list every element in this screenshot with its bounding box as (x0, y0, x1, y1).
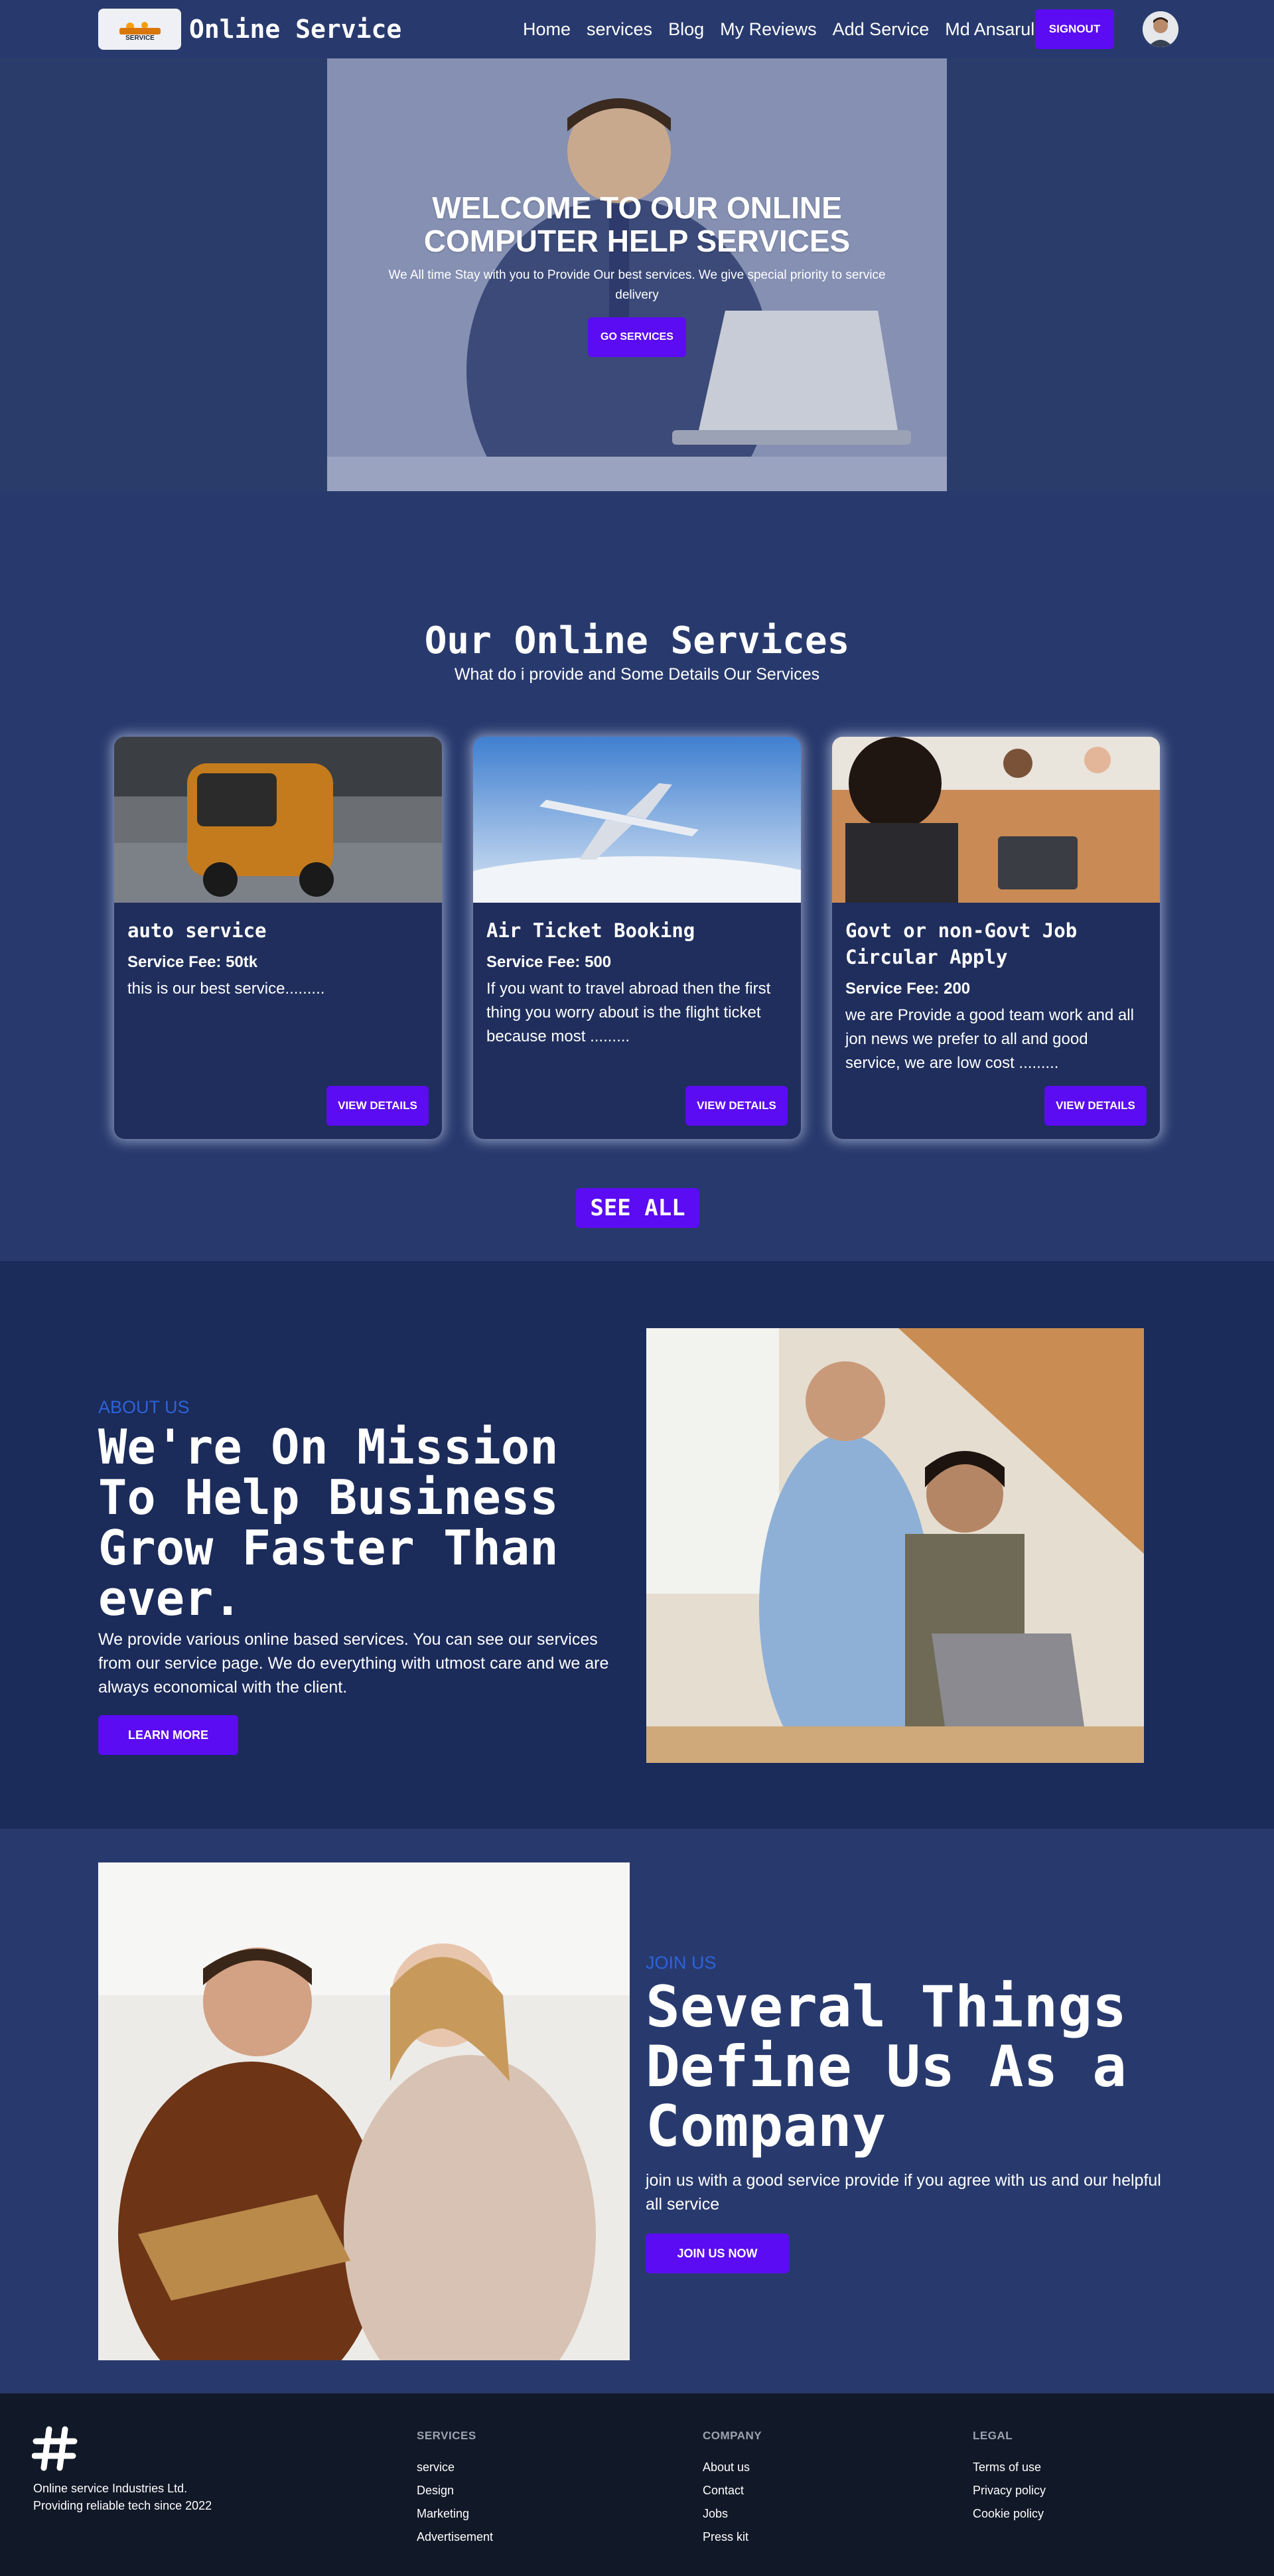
navbar: SERVICE Online Service Home services Blo… (0, 0, 1274, 58)
footer-link[interactable]: Contact (703, 2479, 762, 2502)
service-card-image (832, 737, 1160, 903)
service-card-description: If you want to travel abroad then the fi… (486, 980, 771, 1045)
footer-link[interactable]: Privacy policy (973, 2479, 1046, 2502)
service-card-body: Govt or non-Govt Job Circular Apply Serv… (832, 903, 1160, 1075)
footer-heading: LEGAL (973, 2429, 1013, 2442)
view-details-button[interactable]: VIEW DETAILS (1044, 1086, 1147, 1126)
service-card-image (473, 737, 801, 903)
join-section: JOIN US Several Things Define Us As a Co… (0, 1829, 1274, 2393)
view-details-button[interactable]: VIEW DETAILS (685, 1086, 788, 1126)
avatar[interactable] (1143, 11, 1178, 47)
join-image (98, 1862, 630, 2360)
services-subtitle: What do i provide and Some Details Our S… (454, 665, 820, 684)
brand-name[interactable]: Online Service (189, 15, 401, 44)
nav-add-service[interactable]: Add Service (833, 19, 930, 40)
footer: Online service Industries Ltd. Providing… (0, 2393, 1274, 2576)
services-title: Our Online Services (424, 619, 850, 662)
join-paragraph: join us with a good service provide if y… (646, 2171, 1161, 2214)
go-services-button[interactable]: GO SERVICES (588, 317, 686, 357)
services-section: Our Online Services What do i provide an… (0, 491, 1274, 1261)
about-text: ABOUT US We're On Mission To Help Busine… (98, 1397, 629, 1755)
nav-my-reviews[interactable]: My Reviews (720, 19, 817, 40)
service-card-fee: Service Fee: 200 (845, 980, 971, 998)
join-eyebrow: JOIN US (646, 1953, 717, 1973)
brand[interactable]: SERVICE Online Service (98, 9, 401, 50)
footer-link[interactable]: Marketing (417, 2502, 493, 2526)
service-card-title: Govt or non-Govt Job Circular Apply (845, 919, 1078, 968)
about-eyebrow: ABOUT US (98, 1397, 190, 1417)
hero-section: WELCOME TO OUR ONLINE COMPUTER HELP SERV… (0, 58, 1274, 491)
footer-heading: COMPANY (703, 2429, 762, 2442)
service-card-description: this is our best service......... (127, 980, 325, 998)
footer-column-legal: LEGAL Terms of use Privacy policy Cookie… (973, 2429, 1046, 2526)
logo-text: SERVICE (125, 35, 155, 42)
service-card-title: auto service (127, 919, 267, 942)
learn-more-button[interactable]: LEARN MORE (98, 1715, 238, 1755)
footer-link[interactable]: About us (703, 2456, 762, 2479)
footer-link[interactable]: Cookie policy (973, 2502, 1046, 2526)
service-card-description: we are Provide a good team work and all … (845, 1006, 1134, 1072)
footer-heading: SERVICES (417, 2429, 476, 2442)
service-card-fee: Service Fee: 50tk (127, 953, 258, 971)
footer-brand: Online service Industries Ltd. Providing… (33, 2480, 212, 2514)
about-section: ABOUT US We're On Mission To Help Busine… (0, 1261, 1274, 1829)
brand-logo[interactable]: SERVICE (98, 9, 181, 50)
join-title: Several Things Define Us As a Company (646, 1974, 1127, 2160)
footer-link[interactable]: Design (417, 2479, 493, 2502)
footer-link[interactable]: service (417, 2456, 493, 2479)
service-card-title: Air Ticket Booking (486, 919, 695, 942)
join-text: JOIN US Several Things Define Us As a Co… (646, 1953, 1176, 2273)
service-card: auto service Service Fee: 50tk this is o… (114, 737, 442, 1139)
hero-title: WELCOME TO OUR ONLINE COMPUTER HELP SERV… (423, 190, 851, 258)
footer-link[interactable]: Terms of use (973, 2456, 1046, 2479)
service-card: Govt or non-Govt Job Circular Apply Serv… (832, 737, 1160, 1139)
nav-links: Home services Blog My Reviews Add Servic… (523, 0, 1082, 58)
nav-blog[interactable]: Blog (668, 19, 704, 40)
about-title: We're On Mission To Help Business Grow F… (98, 1419, 559, 1626)
footer-link[interactable]: Jobs (703, 2502, 762, 2526)
service-card-image (114, 737, 442, 903)
footer-column-company: COMPANY About us Contact Jobs Press kit (703, 2429, 762, 2549)
see-all-button[interactable]: SEE ALL (576, 1188, 699, 1228)
about-paragraph: We provide various online based services… (98, 1630, 609, 1697)
about-image (646, 1328, 1144, 1763)
join-us-now-button[interactable]: JOIN US NOW (646, 2234, 789, 2273)
footer-link[interactable]: Press kit (703, 2526, 762, 2549)
signout-button[interactable]: SIGNOUT (1035, 9, 1114, 49)
service-card-body: auto service Service Fee: 50tk this is o… (114, 903, 442, 1001)
footer-tagline: Providing reliable tech since 2022 (33, 2499, 212, 2512)
footer-column-services: SERVICES service Design Marketing Advert… (417, 2429, 493, 2549)
nav-home[interactable]: Home (523, 19, 571, 40)
service-card-fee: Service Fee: 500 (486, 953, 612, 971)
hero-content: WELCOME TO OUR ONLINE COMPUTER HELP SERV… (327, 191, 947, 357)
hero-subtitle: We All time Stay with you to Provide Our… (388, 268, 886, 302)
hashtag-logo-icon (31, 2425, 78, 2472)
view-details-button[interactable]: VIEW DETAILS (326, 1086, 429, 1126)
service-card: Air Ticket Booking Service Fee: 500 If y… (473, 737, 801, 1139)
footer-company-name: Online service Industries Ltd. (33, 2482, 188, 2495)
footer-link[interactable]: Advertisement (417, 2526, 493, 2549)
service-card-body: Air Ticket Booking Service Fee: 500 If y… (473, 903, 801, 1049)
nav-services[interactable]: services (587, 19, 652, 40)
